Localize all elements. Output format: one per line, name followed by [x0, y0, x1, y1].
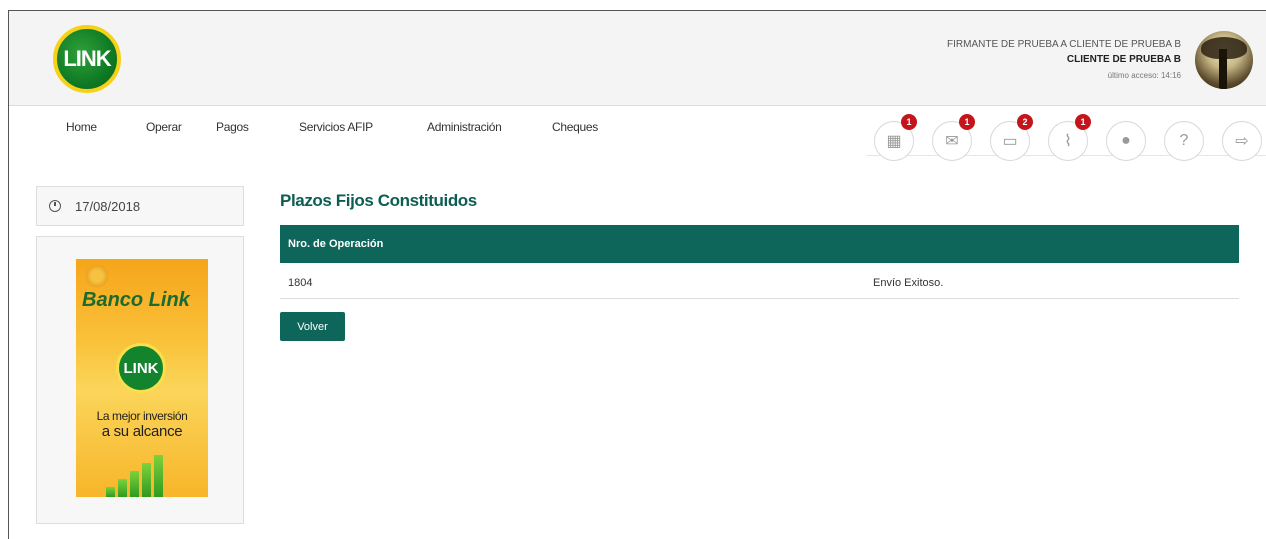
banner-tagline-1: La mejor inversión	[96, 409, 188, 423]
nav-servicios-afip[interactable]: Servicios AFIP	[299, 120, 373, 134]
paperclip-icon: ⌇	[1064, 133, 1072, 150]
link-logo[interactable]: LINK	[53, 25, 121, 93]
nav-operar[interactable]: Operar	[146, 120, 182, 134]
nav-administracion[interactable]: Administración	[427, 120, 502, 134]
calculator-button[interactable]: ▦ 1	[874, 114, 917, 161]
table-row: 1804 Envío Exitoso.	[280, 263, 1239, 299]
user-icon: ●	[1121, 132, 1131, 149]
help-button[interactable]: ?	[1164, 121, 1204, 161]
app-frame: LINK FIRMANTE DE PRUEBA A CLIENTE DE PRU…	[8, 10, 1266, 539]
current-date: 17/08/2018	[75, 198, 141, 214]
client-name: CLIENTE DE PRUEBA B	[1066, 54, 1181, 65]
folder-button[interactable]: ▭ 2	[990, 114, 1033, 161]
signer-name: FIRMANTE DE PRUEBA A CLIENTE DE PRUEBA B	[947, 39, 1181, 50]
page-title: Plazos Fijos Constituidos	[280, 191, 477, 210]
mail-icon: ✉	[945, 133, 959, 150]
notification-badge: 2	[1017, 114, 1033, 130]
operation-status: Envío Exitoso.	[873, 277, 944, 289]
clock-icon	[49, 200, 61, 212]
notification-badge: 1	[1075, 114, 1091, 130]
logout-button[interactable]: ⇨	[1222, 121, 1262, 161]
logout-icon: ⇨	[1235, 133, 1249, 150]
notification-badge: 1	[959, 114, 975, 130]
last-access: último acceso: 14:16	[1107, 71, 1181, 80]
calculator-icon: ▦	[886, 133, 902, 150]
nav-home[interactable]: Home	[66, 120, 97, 134]
mail-button[interactable]: ✉ 1	[932, 114, 975, 161]
header: LINK FIRMANTE DE PRUEBA A CLIENTE DE PRU…	[9, 11, 1266, 106]
gears-icon	[84, 263, 110, 289]
growth-chart-icon	[106, 449, 166, 497]
nav-cheques[interactable]: Cheques	[552, 120, 598, 134]
table-header: Nro. de Operación	[280, 225, 1239, 263]
user-button[interactable]: ●	[1106, 121, 1146, 161]
toolbar-icons: ▦ 1 ✉ 1 ▭ 2 ⌇ 1 ●? ⇨	[866, 114, 1266, 165]
help-icon: ?	[1179, 132, 1189, 149]
avatar[interactable]	[1195, 31, 1253, 89]
date-box: 17/08/2018	[36, 186, 244, 226]
user-info: FIRMANTE DE PRUEBA A CLIENTE DE PRUEBA B…	[947, 39, 1181, 80]
operation-number: 1804	[288, 277, 313, 289]
banner-tagline-2: a su alcance	[101, 423, 183, 440]
paperclip-button[interactable]: ⌇ 1	[1048, 114, 1091, 161]
logo-text: LINK	[63, 46, 111, 71]
folder-icon: ▭	[1002, 133, 1018, 150]
banner-logo: LINK	[116, 343, 166, 393]
promo-banner[interactable]: Banco Link LINK La mejor inversión a su …	[76, 259, 208, 497]
banner-title: Banco Link	[82, 289, 190, 311]
nav-pagos[interactable]: Pagos	[216, 120, 249, 134]
notification-badge: 1	[901, 114, 917, 130]
column-header-operation: Nro. de Operación	[288, 238, 384, 250]
banner-container: Banco Link LINK La mejor inversión a su …	[36, 236, 244, 524]
back-button[interactable]: Volver	[280, 312, 345, 341]
